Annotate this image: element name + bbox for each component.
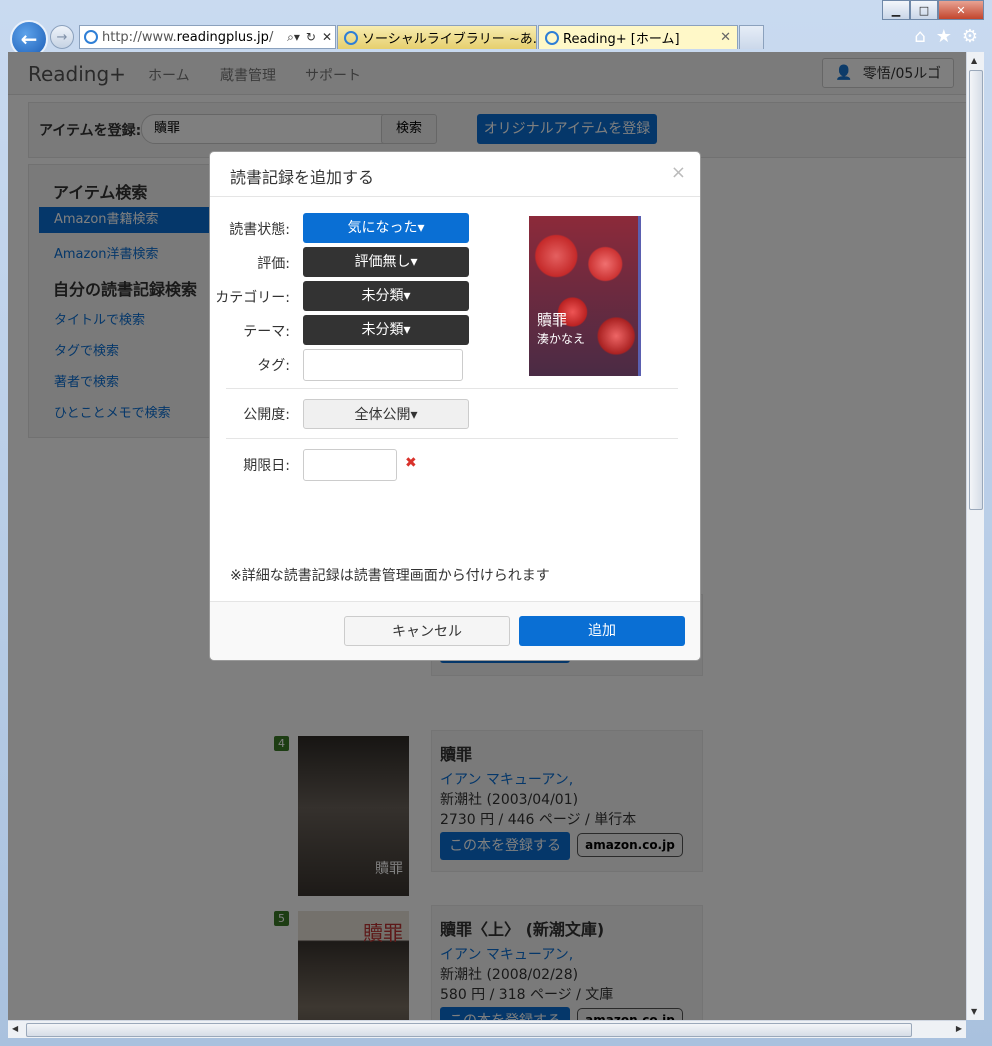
- close-window-button[interactable]: ✕: [938, 0, 984, 20]
- new-tab-button[interactable]: [739, 25, 764, 49]
- tab-social-library[interactable]: ソーシャルライブラリー ~あ...: [337, 25, 537, 49]
- tab-reading-plus[interactable]: Reading+ [ホーム] ✕: [538, 25, 738, 49]
- modal-footer: キャンセル 追加: [210, 601, 700, 660]
- forward-button[interactable]: →: [50, 25, 74, 49]
- divider: [226, 388, 678, 389]
- browser-window: ▁ □ ✕ ← → http://www.readingplus.jp/ ⌕▾ …: [0, 0, 992, 1046]
- rating-dropdown[interactable]: 評価無し▾: [303, 247, 469, 277]
- home-icon[interactable]: ⌂: [914, 26, 925, 47]
- favorites-star-icon[interactable]: ★: [936, 26, 952, 47]
- back-arrow-icon: ←: [20, 27, 38, 51]
- gear-icon[interactable]: ⚙: [962, 26, 978, 47]
- scroll-down-icon[interactable]: ▼: [971, 1007, 977, 1016]
- horizontal-scrollbar[interactable]: ◀ ▶: [8, 1020, 966, 1038]
- search-icon[interactable]: ⌕▾: [284, 30, 303, 45]
- status-label: 読書状態:: [229, 222, 290, 238]
- modal-note: ※詳細な読書記録は読書管理画面から付けられます: [230, 568, 550, 584]
- address-bar[interactable]: http://www.readingplus.jp/ ⌕▾ ↻ ✕: [79, 25, 336, 49]
- tag-label: タグ:: [257, 358, 290, 374]
- divider: [226, 438, 678, 439]
- tag-input[interactable]: [303, 349, 463, 381]
- rating-label: 評価:: [257, 256, 290, 272]
- due-date-label: 期限日:: [243, 458, 290, 474]
- maximize-button[interactable]: □: [910, 0, 938, 20]
- window-controls: ▁ □ ✕: [882, 0, 984, 20]
- tab-label: ソーシャルライブラリー ~あ...: [362, 32, 537, 47]
- vertical-scrollbar[interactable]: ▲ ▼: [966, 52, 984, 1020]
- scroll-right-icon[interactable]: ▶: [956, 1024, 962, 1033]
- category-label: カテゴリー:: [215, 290, 290, 306]
- ie-tab-icon: [545, 30, 559, 45]
- forward-arrow-icon: →: [56, 29, 68, 45]
- book-cover-title: 贖罪: [537, 311, 568, 329]
- visibility-label: 公開度:: [243, 407, 290, 423]
- ie-page-icon: [84, 30, 98, 44]
- status-dropdown[interactable]: 気になった▾: [303, 213, 469, 243]
- address-host: readingplus.jp: [176, 29, 269, 45]
- close-icon[interactable]: ×: [671, 162, 686, 183]
- cancel-button[interactable]: キャンセル: [344, 616, 510, 646]
- category-dropdown[interactable]: 未分類▾: [303, 281, 469, 311]
- book-cover-author: 湊かなえ: [537, 332, 586, 346]
- theme-label: テーマ:: [243, 324, 290, 340]
- scroll-left-icon[interactable]: ◀: [12, 1024, 18, 1033]
- refresh-icon[interactable]: ↻: [303, 30, 319, 44]
- vertical-scroll-thumb[interactable]: [969, 70, 983, 510]
- address-url[interactable]: http://www.readingplus.jp/: [102, 30, 284, 45]
- add-record-modal: 読書記録を追加する × 読書状態: 気になった▾ 評価: 評価無し▾ カテゴリー…: [209, 151, 701, 661]
- tab-label: Reading+ [ホーム]: [563, 32, 680, 47]
- add-button[interactable]: 追加: [519, 616, 685, 646]
- horizontal-scroll-thumb[interactable]: [26, 1023, 912, 1037]
- minimize-button[interactable]: ▁: [882, 0, 910, 20]
- scroll-up-icon[interactable]: ▲: [971, 56, 977, 65]
- book-cover-image: 贖罪 湊かなえ: [529, 216, 641, 376]
- ie-tab-icon: [344, 30, 358, 45]
- browser-toolbar-icons: ⌂ ★ ⚙: [914, 26, 978, 47]
- stop-icon[interactable]: ✕: [319, 30, 335, 44]
- theme-dropdown[interactable]: 未分類▾: [303, 315, 469, 345]
- clear-date-icon[interactable]: ✖: [405, 455, 417, 471]
- address-suffix: /: [268, 29, 274, 45]
- modal-header: 読書記録を追加する ×: [210, 152, 700, 197]
- modal-title: 読書記録を追加する: [230, 168, 375, 187]
- close-tab-icon[interactable]: ✕: [720, 30, 731, 45]
- visibility-dropdown[interactable]: 全体公開▾: [303, 399, 469, 429]
- due-date-input[interactable]: [303, 449, 397, 481]
- page-viewport: Reading+ ホーム 蔵書管理 サポート 👤 零悟/05ルゴ アイテムを登録…: [8, 52, 966, 1020]
- address-prefix: http://www.: [102, 29, 177, 45]
